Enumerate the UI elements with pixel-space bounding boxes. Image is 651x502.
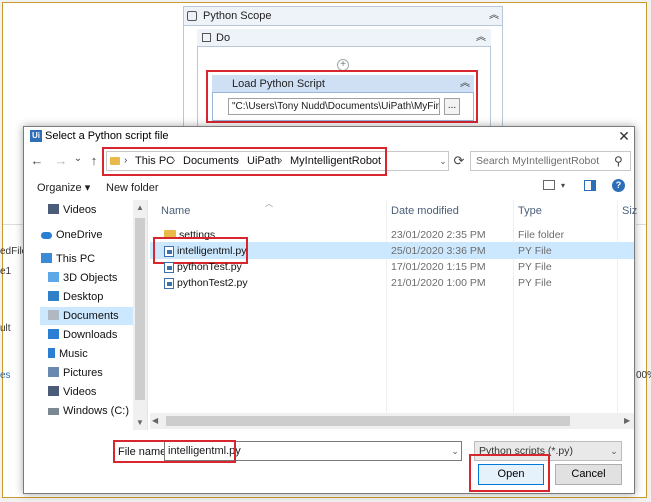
dialog-title: Select a Python script file bbox=[45, 130, 169, 142]
videos-icon bbox=[48, 386, 59, 396]
uipath-app-icon: Ui bbox=[30, 130, 42, 142]
chevron-down-icon[interactable]: ⌄ bbox=[608, 442, 620, 460]
file-name: pythonTest.py bbox=[177, 261, 242, 273]
preview-pane-icon[interactable] bbox=[584, 180, 596, 191]
python-scope-header[interactable]: Python Scope ︽ bbox=[183, 6, 503, 26]
pictures-icon bbox=[48, 367, 59, 377]
do-header[interactable]: Do ︽ bbox=[197, 29, 491, 47]
drive-icon bbox=[48, 408, 59, 415]
nav-item-label: Videos bbox=[63, 386, 97, 398]
file-name: pythonTest2.py bbox=[177, 277, 248, 289]
column-header-size[interactable]: Siz bbox=[622, 201, 637, 221]
side-fragment: e1 bbox=[0, 266, 12, 277]
close-icon[interactable]: ✕ bbox=[617, 128, 631, 144]
file-type: PY File bbox=[518, 245, 552, 257]
nav-item-label: Documents bbox=[63, 310, 119, 322]
address-highlight bbox=[102, 147, 387, 176]
forward-arrow-icon[interactable]: → bbox=[54, 151, 68, 171]
music-icon bbox=[48, 348, 55, 358]
back-arrow-icon[interactable]: ← bbox=[30, 151, 44, 171]
scroll-left-icon[interactable]: ◀ bbox=[152, 416, 158, 425]
open-button-highlight bbox=[469, 454, 550, 492]
recent-locations-icon[interactable]: ⌄ bbox=[72, 149, 84, 169]
file-type: File folder bbox=[518, 229, 565, 241]
scrollbar-thumb[interactable] bbox=[135, 218, 145, 400]
nav-item-label: 3D Objects bbox=[63, 272, 118, 284]
cube-icon bbox=[48, 272, 59, 282]
nav-item-windows-c[interactable]: Windows (C:) bbox=[48, 403, 129, 419]
chevron-down-icon[interactable]: ⌄ bbox=[449, 442, 461, 460]
search-icon[interactable]: ⚲ bbox=[614, 152, 623, 170]
chevron-down-icon[interactable]: ⌄ bbox=[437, 151, 449, 171]
documents-icon bbox=[48, 310, 59, 320]
python-file-icon bbox=[164, 262, 174, 273]
help-icon[interactable]: ? bbox=[612, 179, 625, 192]
column-header-type[interactable]: Type bbox=[518, 201, 542, 221]
cloud-icon bbox=[41, 232, 52, 239]
nav-item-label: Windows (C:) bbox=[63, 405, 130, 417]
file-date: 23/01/2020 2:35 PM bbox=[391, 229, 486, 241]
nav-item-onedrive[interactable]: OneDrive bbox=[41, 227, 102, 243]
videos-icon bbox=[48, 204, 59, 214]
download-icon bbox=[48, 329, 59, 339]
nav-item-label: This PC bbox=[56, 253, 96, 265]
column-header-name[interactable]: Name bbox=[161, 201, 190, 221]
up-arrow-icon[interactable]: ↑ bbox=[88, 151, 100, 171]
background-divider bbox=[636, 224, 646, 225]
right-fragment: 00% bbox=[636, 370, 651, 381]
file-name-highlight bbox=[113, 440, 236, 463]
file-date: 25/01/2020 3:36 PM bbox=[391, 245, 486, 257]
nav-item-documents[interactable]: Documents bbox=[48, 308, 119, 324]
nav-item-desktop[interactable]: Desktop bbox=[48, 289, 103, 305]
file-date: 17/01/2020 1:15 PM bbox=[391, 261, 486, 273]
nav-item-music[interactable]: Music bbox=[48, 346, 88, 362]
refresh-icon[interactable]: ⟳ bbox=[451, 151, 467, 171]
nav-item-pictures[interactable]: Pictures bbox=[48, 365, 103, 381]
nav-item-label: Videos bbox=[63, 204, 97, 216]
python-scope-icon bbox=[187, 11, 197, 21]
chevron-down-icon[interactable]: ▾ bbox=[561, 180, 565, 192]
nav-item-videos-2[interactable]: Videos bbox=[48, 384, 96, 400]
side-fragment: es bbox=[0, 370, 11, 381]
nav-item-label: Desktop bbox=[63, 291, 104, 303]
do-title: Do bbox=[216, 32, 231, 44]
nav-item-videos[interactable]: Videos bbox=[48, 202, 96, 218]
scroll-down-icon[interactable]: ▼ bbox=[133, 418, 147, 427]
column-header-date[interactable]: Date modified bbox=[391, 201, 459, 221]
nav-item-label: Downloads bbox=[63, 329, 118, 341]
side-fragment: ult bbox=[0, 323, 11, 334]
new-folder-button[interactable]: New folder bbox=[106, 179, 159, 197]
desktop-icon bbox=[48, 291, 59, 301]
python-file-icon bbox=[164, 278, 174, 289]
sequence-icon bbox=[202, 33, 211, 42]
file-type: PY File bbox=[518, 261, 552, 273]
scroll-right-icon[interactable]: ▶ bbox=[624, 416, 630, 425]
computer-icon bbox=[41, 253, 52, 263]
collapse-icon[interactable]: ︽ bbox=[476, 29, 486, 47]
nav-item-3d-objects[interactable]: 3D Objects bbox=[48, 270, 117, 286]
change-view-icon[interactable] bbox=[543, 180, 555, 190]
file-date: 21/01/2020 1:00 PM bbox=[391, 277, 486, 289]
cancel-button[interactable]: Cancel bbox=[555, 464, 622, 485]
scrollbar-thumb[interactable] bbox=[166, 416, 570, 426]
nav-item-this-pc[interactable]: This PC bbox=[41, 251, 95, 267]
python-scope-title: Python Scope bbox=[203, 10, 272, 22]
scroll-up-icon[interactable]: ▲ bbox=[133, 203, 147, 212]
file-type: PY File bbox=[518, 277, 552, 289]
collapse-icon[interactable]: ︽ bbox=[489, 7, 499, 25]
load-script-highlight bbox=[206, 70, 478, 123]
sort-arrow-icon: ︿ bbox=[265, 199, 273, 208]
nav-item-label: Music bbox=[59, 348, 88, 360]
nav-item-label: Pictures bbox=[63, 367, 103, 379]
nav-item-label: OneDrive bbox=[56, 229, 103, 241]
background-divider bbox=[3, 224, 23, 225]
organize-menu[interactable]: Organize ▾ bbox=[37, 179, 90, 197]
search-placeholder: Search MyIntelligentRobot bbox=[476, 155, 600, 167]
nav-item-downloads[interactable]: Downloads bbox=[48, 327, 117, 343]
